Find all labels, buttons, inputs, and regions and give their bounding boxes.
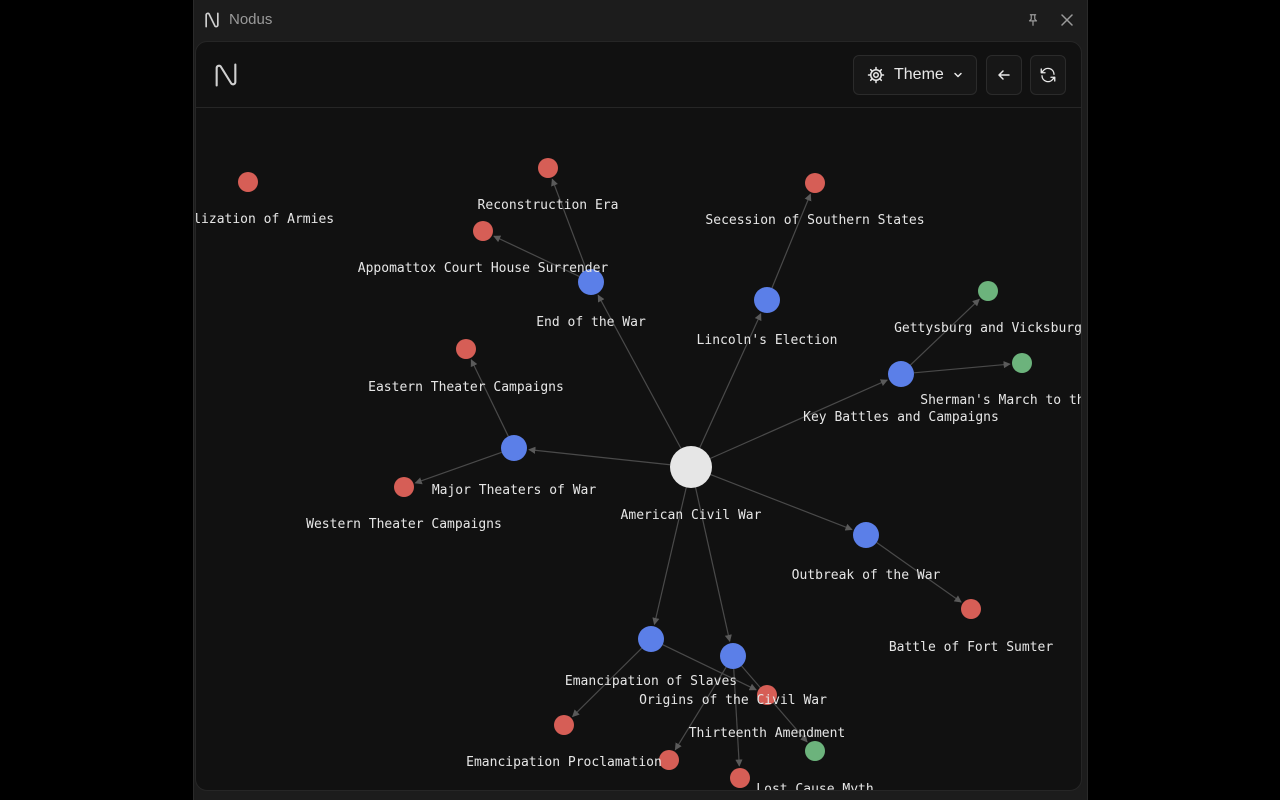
node-eastern[interactable] [456,339,476,359]
node-label-theaters: Major Theaters of War [432,483,597,498]
node-label-end: End of the War [536,315,646,330]
node-label-lostcause: Lost Cause Myth [756,782,873,791]
node-label-emancipation: Emancipation of Slaves [565,674,737,689]
node-appomattox[interactable] [473,221,493,241]
pin-button[interactable] [1023,10,1043,30]
node-label-recon: Reconstruction Era [478,198,619,213]
close-button[interactable] [1057,10,1077,30]
app-window: Nodus Theme American Civil War End of th… [193,0,1088,800]
node-label-gettysburg: Gettysburg and Vicksburg [894,321,1082,336]
title-bar: Nodus [194,0,1087,40]
app-logo-icon [215,63,237,87]
node-recon[interactable] [538,158,558,178]
node-label-sherman: Sherman's March to the Sea [920,393,1082,408]
node-lincoln[interactable] [754,287,780,313]
node-label-western: Western Theater Campaigns [306,517,502,532]
node-label-lincoln: Lincoln's Election [697,333,838,348]
edge-acw-theaters [528,446,671,466]
nodus-logo-icon [205,12,219,28]
node-label-outbreak: Outbreak of the War [792,568,941,583]
node-label-eastern: Eastern Theater Campaigns [368,380,564,395]
refresh-icon [1040,67,1056,83]
pin-icon [1028,14,1038,26]
arrow-left-icon [998,70,1010,80]
edge-end-recon [551,178,587,271]
back-button[interactable] [986,55,1022,95]
edge-theaters-eastern [470,359,509,437]
node-label-thirteenth: Thirteenth Amendment [689,726,846,741]
close-icon [1061,14,1073,26]
theme-label: Theme [894,66,944,83]
node-label-proclamation: Emancipation Proclamation [466,755,662,770]
refresh-button[interactable] [1030,55,1066,95]
node-emancipation[interactable] [638,626,664,652]
node-secession[interactable] [805,173,825,193]
node-lostcause[interactable] [805,741,825,761]
edge-theaters-western [414,451,502,485]
node-outbreak[interactable] [853,522,879,548]
mind-map-graph[interactable]: American Civil War End of the War Lincoln'… [196,108,1082,791]
gear-icon [867,66,885,84]
node-acw[interactable] [670,446,712,488]
node-label-acw: American Civil War [621,508,762,523]
node-tariffs[interactable] [659,750,679,770]
node-label-secession: Secession of Southern States [705,213,924,228]
node-battles[interactable] [888,361,914,387]
edge-battles-sherman [913,361,1011,374]
node-origins[interactable] [720,643,746,669]
node-sumter[interactable] [961,599,981,619]
node-gettysburg[interactable] [978,281,998,301]
node-label-origins: Origins of the Civil War [639,693,827,708]
node-sherman[interactable] [1012,353,1032,373]
node-proclamation[interactable] [554,715,574,735]
node-label-mobilization: Mobilization of Armies [196,212,334,227]
window-title: Nodus [229,11,273,28]
node-mobilization[interactable] [238,172,258,192]
node-label-sumter: Battle of Fort Sumter [889,640,1054,655]
panel-header: Theme [196,42,1081,108]
node-label-appomattox: Appomattox Court House Surrender [358,261,609,276]
node-theaters[interactable] [501,435,527,461]
node-western[interactable] [394,477,414,497]
theme-dropdown[interactable]: Theme [853,55,977,95]
node-label-battles: Key Battles and Campaigns [803,410,999,425]
node-states[interactable] [730,768,750,788]
chevron-down-icon [954,72,962,78]
edge-lincoln-secession [771,193,812,289]
main-panel: Theme American Civil War End of the War … [195,41,1082,791]
